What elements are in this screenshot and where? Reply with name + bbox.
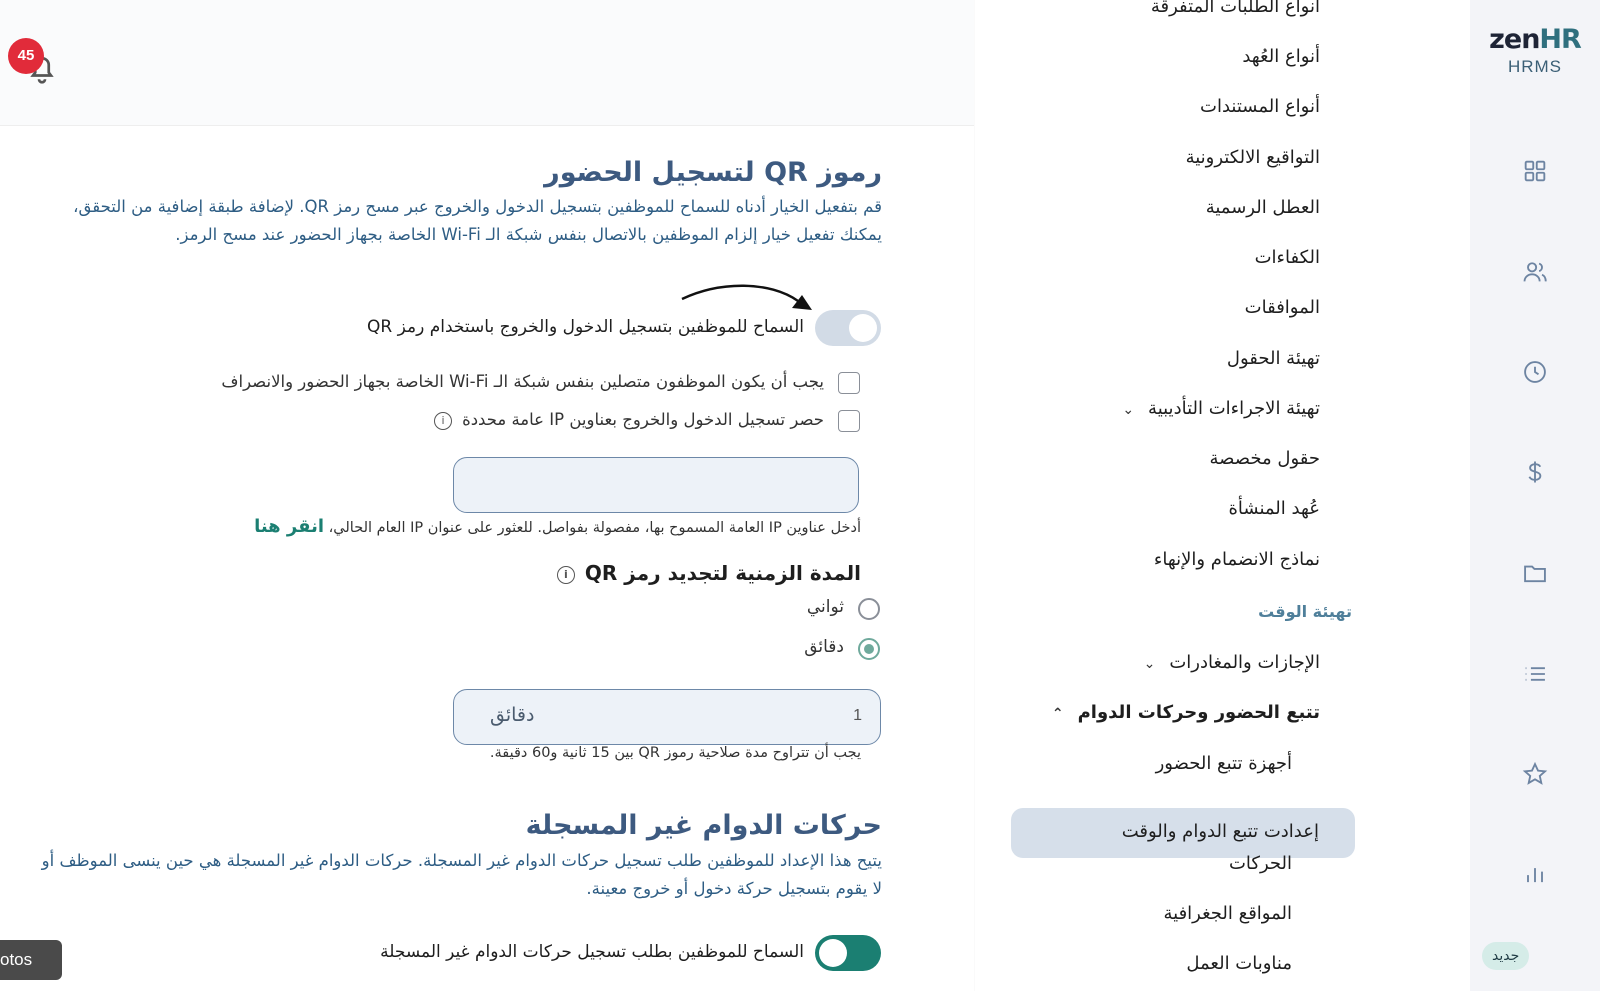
bar-chart-icon[interactable] <box>1521 860 1549 888</box>
menu-item-leaves-label: الإجازات والمغادرات <box>1169 652 1320 673</box>
menu-item-time-settings[interactable]: إعدادت تتبع الدوام والوقت <box>1011 808 1355 858</box>
info-icon[interactable]: i <box>434 411 453 430</box>
menu-item-work-shifts[interactable]: مناوبات العمل <box>1186 953 1292 974</box>
users-icon[interactable] <box>1521 258 1549 286</box>
menu-section-time-setup: تهيئة الوقت <box>1258 602 1352 621</box>
find-ip-link[interactable]: انقر هنا <box>254 516 324 537</box>
logo-hr: HR <box>1539 24 1581 55</box>
chevron-down-icon: ⌄ <box>1143 656 1156 672</box>
wifi-checkbox[interactable] <box>838 372 860 394</box>
duration-value: 1 <box>853 707 862 724</box>
unregistered-toggle[interactable] <box>815 935 881 971</box>
minutes-label: دقائق <box>804 637 844 657</box>
icon-rail: zenHR HRMS جديد <box>1470 0 1600 991</box>
chevron-up-icon: ⌃ <box>1051 706 1064 722</box>
chevron-down-icon: ⌄ <box>1122 402 1135 418</box>
arrow-annotation-icon <box>681 284 812 310</box>
qr-refresh-title: المدة الزمنية لتجديد رمز QR <box>584 561 861 585</box>
ip-hint: أدخل عناوين IP العامة المسموح بها، مفصول… <box>254 516 861 537</box>
tooltip: otos <box>0 940 62 980</box>
ip-hint-text: أدخل عناوين IP العامة المسموح بها، مفصول… <box>328 520 861 536</box>
seconds-label: ثواني <box>806 597 844 617</box>
menu-item-leaves[interactable]: الإجازات والمغادرات ⌄ <box>1144 652 1320 673</box>
info-icon[interactable]: i <box>556 565 575 584</box>
wifi-checkbox-label: يجب أن يكون الموظفون متصلين بنفس شبكة ال… <box>221 372 824 391</box>
dollar-icon[interactable] <box>1521 458 1549 486</box>
new-badge: جديد <box>1482 942 1530 970</box>
seconds-radio[interactable] <box>858 598 880 620</box>
menu-item-document-types[interactable]: أنواع المستندات <box>1200 96 1320 117</box>
menu-item-misc-requests[interactable]: أنواع الطلبات المتفرقة <box>1151 0 1320 17</box>
menu-item-approvals[interactable]: الموافقات <box>1245 297 1320 318</box>
duration-unit: دقائق <box>490 704 535 726</box>
qr-description: قم بتفعيل الخيار أدناه للسماح للموظفين ب… <box>73 197 882 244</box>
ip-restriction-label: حصر تسجيل الدخول والخروج بعناوين IP عامة… <box>462 410 824 429</box>
ip-restriction-row: حصر تسجيل الدخول والخروج بعناوين IP عامة… <box>434 410 824 430</box>
menu-item-attendance[interactable]: تتبع الحضور وحركات الدوام ⌃ <box>1052 702 1320 723</box>
star-icon[interactable] <box>1521 760 1549 788</box>
duration-hint: يجب أن تتراوح مدة صلاحية رموز QR بين 15 … <box>489 745 861 761</box>
menu-item-onboarding-templates[interactable]: نماذج الانضمام والإنهاء <box>1154 549 1320 570</box>
top-header: 45 <box>0 0 974 126</box>
qr-refresh-title-row: المدة الزمنية لتجديد رمز QR i <box>556 561 861 585</box>
menu-item-holidays[interactable]: العطل الرسمية <box>1206 197 1320 218</box>
unregistered-toggle-label: السماح للموظفين بطلب تسجيل حركات الدوام … <box>380 942 804 962</box>
qr-section-title: رموز QR لتسجيل الحضور <box>544 157 882 188</box>
grid-icon[interactable] <box>1521 157 1549 185</box>
duration-input[interactable]: 1 دقائق <box>453 689 881 745</box>
menu-item-e-signatures[interactable]: التواقيع الالكترونية <box>1186 147 1320 168</box>
menu-item-time-settings-label: إعدادت تتبع الدوام والوقت <box>1121 821 1319 842</box>
toggle-knob <box>849 314 877 342</box>
clock-icon[interactable] <box>1521 358 1549 386</box>
logo-subtitle: HRMS <box>1507 57 1563 76</box>
qr-toggle-label: السماح للموظفين بتسجيل الدخول والخروج با… <box>367 317 804 337</box>
toggle-knob <box>819 939 847 967</box>
logo-zen: zen <box>1489 24 1540 55</box>
menu-item-disciplinary-label: تهيئة الاجراءات التأديبية <box>1148 398 1320 419</box>
menu-item-custom-fields[interactable]: حقول مخصصة <box>1210 448 1320 469</box>
folder-icon[interactable] <box>1521 559 1549 587</box>
zenhr-logo[interactable]: zenHR HRMS <box>1470 24 1600 77</box>
unregistered-section-title: حركات الدوام غير المسجلة <box>525 810 882 841</box>
list-icon[interactable] <box>1521 660 1549 688</box>
menu-item-company-assets[interactable]: عُهد المنشأة <box>1228 498 1320 519</box>
unregistered-description: يتيح هذا الإعداد للموظفين طلب تسجيل حركا… <box>41 851 882 898</box>
qr-checkin-toggle[interactable] <box>815 310 881 346</box>
menu-item-attendance-devices[interactable]: أجهزة تتبع الحضور <box>1156 753 1292 774</box>
minutes-radio[interactable] <box>858 638 880 660</box>
menu-item-geo-locations[interactable]: المواقع الجغرافية <box>1163 903 1292 924</box>
menu-item-competencies[interactable]: الكفاءات <box>1255 247 1320 268</box>
settings-content: رموز QR لتسجيل الحضور قم بتفعيل الخيار أ… <box>0 127 974 991</box>
menu-item-movements[interactable]: الحركات <box>1229 853 1292 874</box>
notification-badge: 45 <box>8 38 44 74</box>
side-menu: أنواع الطلبات المتفرقة أنواع العُهد أنوا… <box>975 0 1470 991</box>
ip-addresses-input[interactable] <box>453 457 859 513</box>
menu-item-attendance-label: تتبع الحضور وحركات الدوام <box>1077 702 1320 723</box>
menu-item-field-setup[interactable]: تهيئة الحقول <box>1227 348 1320 369</box>
ip-restriction-checkbox[interactable] <box>838 410 860 432</box>
menu-item-custody-types[interactable]: أنواع العُهد <box>1242 46 1320 67</box>
menu-item-disciplinary-setup[interactable]: تهيئة الاجراءات التأديبية ⌄ <box>1122 398 1320 419</box>
